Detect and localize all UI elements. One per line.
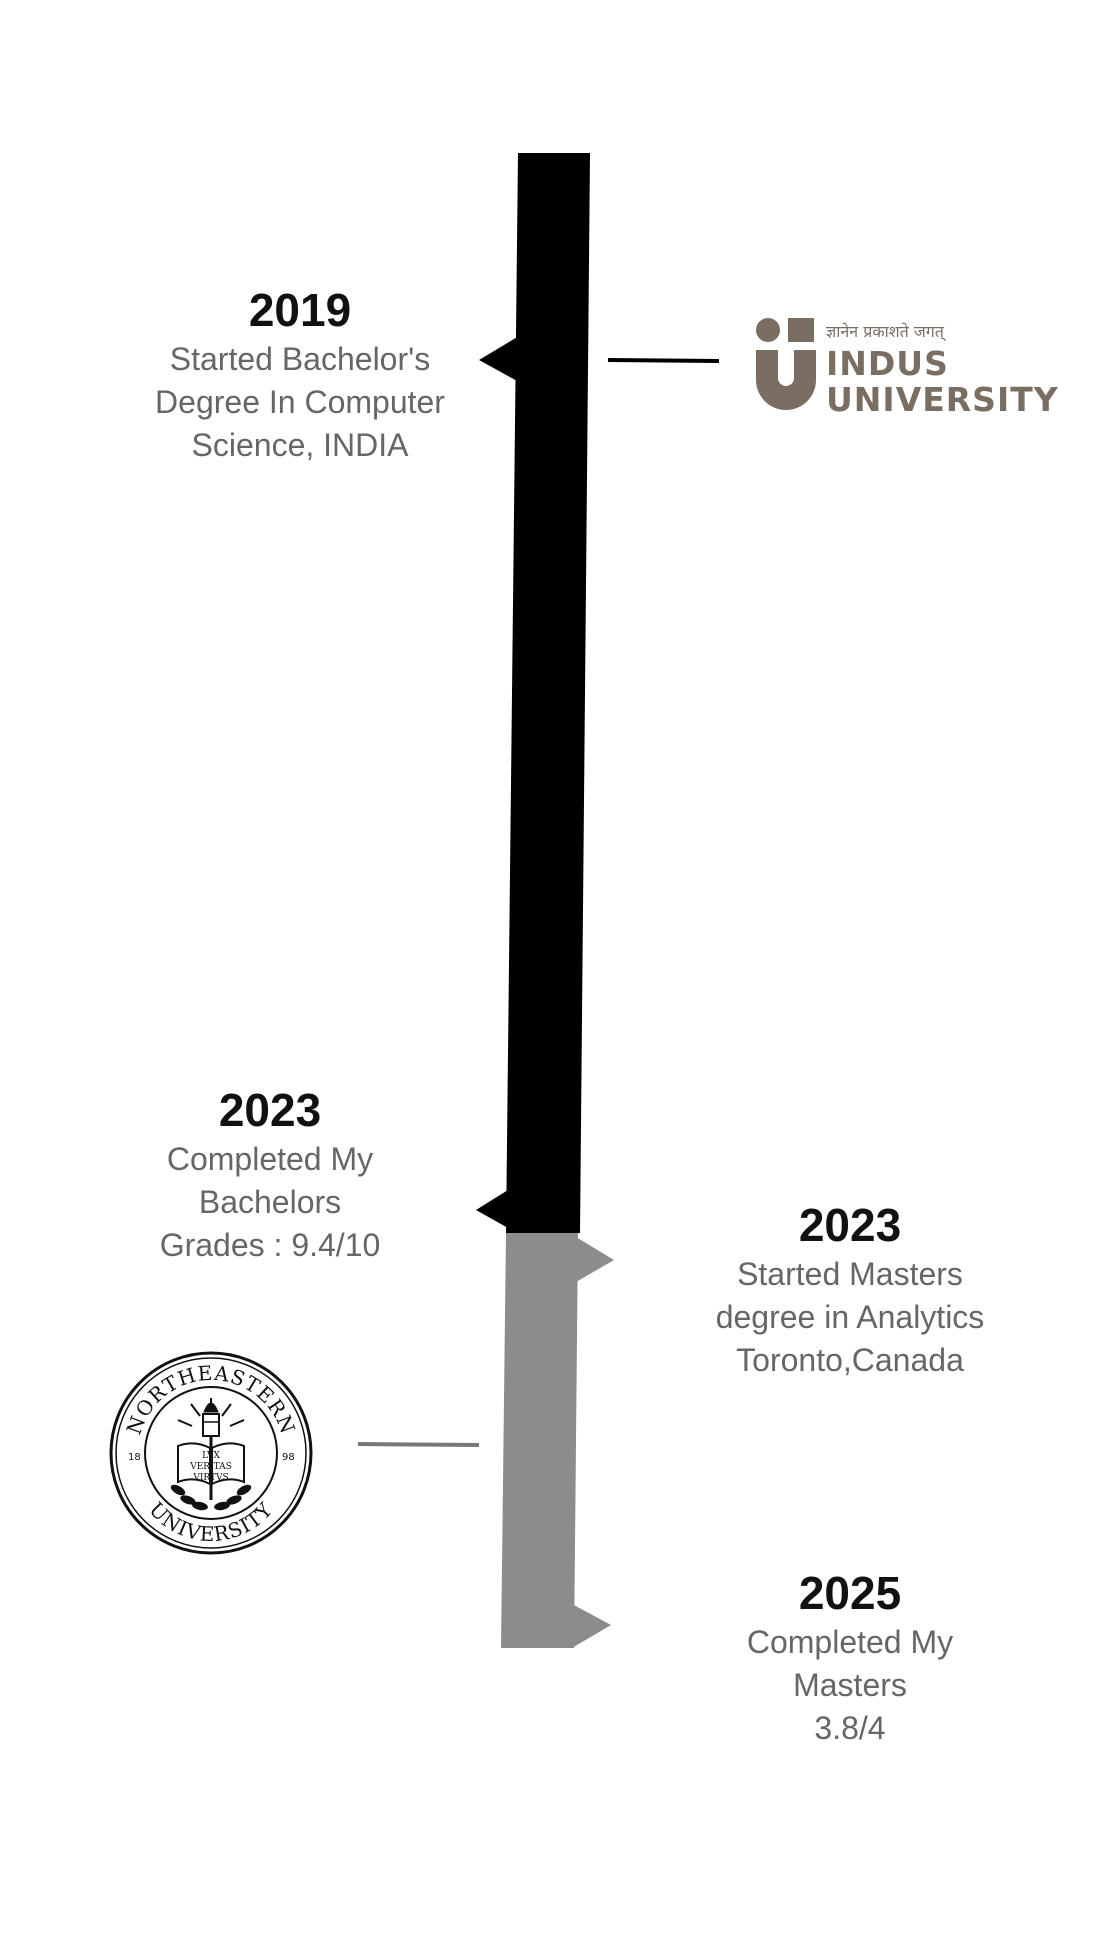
event-description-line: Masters xyxy=(793,1667,907,1703)
seal-book-icon: LVX VERITAS VIRTVS xyxy=(177,1442,245,1486)
event-description-line: Grades : 9.4/10 xyxy=(159,1227,381,1263)
indus-university-logo: ज्ञानेन प्रकाशते जगत् INDUS UNIVERSITY xyxy=(754,312,1084,419)
marker-2023-masters xyxy=(576,1237,614,1282)
event-description-line: Started Masters xyxy=(737,1256,963,1292)
event-2023-bachelors-complete: 2023 Completed My Bachelors Grades : 9.4… xyxy=(110,1082,430,1267)
bachelors-bar xyxy=(506,153,590,1233)
indus-emblem-icon xyxy=(756,318,816,410)
seal-motto-1: LVX xyxy=(202,1451,220,1461)
event-2019-bachelors-start: 2019 Started Bachelor's Degree In Comput… xyxy=(120,282,480,467)
northeastern-university-seal: NORTHEASTERN UNIVERSITY 18 98 LVX VERITA… xyxy=(109,1351,313,1555)
indus-tagline: ज्ञानेन प्रकाशते जगत् xyxy=(826,322,944,341)
seal-motto-2: VERITAS xyxy=(189,1462,232,1472)
indus-wordmark-line1: INDUS xyxy=(826,344,949,383)
event-description-line: Completed My xyxy=(746,1624,954,1660)
marker-2023-bachelors xyxy=(476,1190,508,1228)
event-description-line: Bachelors xyxy=(198,1184,342,1220)
event-description-line: degree in Analytics xyxy=(715,1299,985,1335)
connector-northeastern xyxy=(357,1442,480,1447)
event-year: 2025 xyxy=(798,1567,902,1619)
event-description-line: Degree In Computer xyxy=(155,384,445,420)
event-description-line: Completed My xyxy=(166,1141,374,1177)
event-year: 2023 xyxy=(218,1084,322,1136)
event-year: 2023 xyxy=(798,1199,902,1251)
event-2025-masters-complete: 2025 Completed My Masters 3.8/4 xyxy=(700,1565,1000,1750)
event-year: 2019 xyxy=(248,284,352,336)
event-description-line: 3.8/4 xyxy=(814,1710,886,1746)
event-2023-masters-start: 2023 Started Masters degree in Analytics… xyxy=(670,1197,1030,1382)
event-description-line: Science, INDIA xyxy=(191,427,409,463)
masters-bar xyxy=(501,1233,578,1648)
marker-2019 xyxy=(479,336,519,382)
seal-year-left: 18 xyxy=(128,1452,141,1463)
seal-motto-3: VIRTVS xyxy=(192,1473,228,1483)
connector-indus xyxy=(607,358,720,363)
indus-wordmark-line2: UNIVERSITY xyxy=(826,380,1059,419)
event-description-line: Toronto,Canada xyxy=(736,1342,964,1378)
event-description-line: Started Bachelor's xyxy=(169,341,431,377)
seal-year-right: 98 xyxy=(282,1452,295,1463)
marker-2025 xyxy=(572,1604,611,1648)
